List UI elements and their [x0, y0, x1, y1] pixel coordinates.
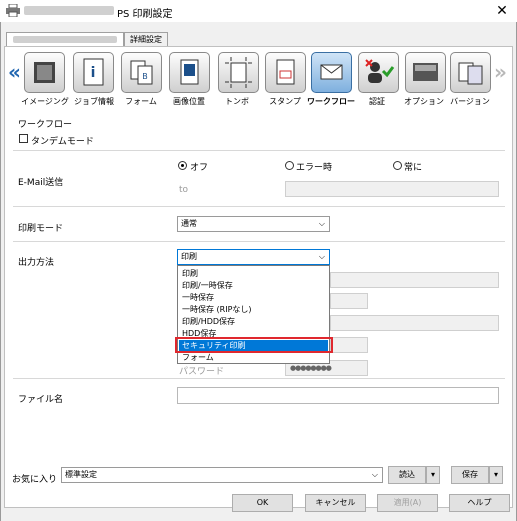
dropdown-option[interactable]: 一時保存	[179, 292, 328, 303]
svg-text:i: i	[91, 65, 96, 81]
divider	[13, 241, 505, 242]
output-field-1[interactable]	[330, 272, 499, 288]
toolbar-label-version: バージョン	[450, 97, 490, 106]
password-label: パスワード	[179, 367, 225, 377]
chevron-down-icon: ⌵	[318, 219, 325, 228]
output-field-3[interactable]	[330, 315, 499, 331]
highlight-box	[175, 337, 333, 353]
tandem-mode-checkbox[interactable]	[19, 134, 28, 143]
favorites-label: お気に入り	[12, 475, 58, 485]
stamp-icon[interactable]	[265, 52, 306, 93]
load-button[interactable]: 読込	[388, 466, 426, 484]
print-mode-label: 印刷モード	[18, 224, 64, 234]
help-button[interactable]: ヘルプ	[449, 494, 510, 512]
output-method-select[interactable]: 印刷 ⌵	[177, 249, 330, 265]
dropdown-option[interactable]: フォーム	[179, 352, 328, 363]
job-info-icon[interactable]: i	[73, 52, 114, 93]
favorites-value: 標準設定	[65, 470, 97, 479]
printer-name-redacted	[24, 6, 114, 15]
title-bar: PS 印刷設定 ✕	[0, 0, 517, 22]
email-off-label: オフ	[190, 163, 209, 173]
imaging-icon[interactable]	[24, 52, 65, 93]
output-field-4[interactable]	[330, 337, 368, 353]
email-to-label: to	[179, 185, 189, 195]
email-error-radio[interactable]	[285, 161, 294, 170]
dropdown-option[interactable]: 印刷/HDD保存	[179, 316, 328, 327]
email-always-label: 常に	[404, 163, 423, 173]
email-off-radio[interactable]	[178, 161, 187, 170]
tandem-mode-label: タンデムモード	[31, 137, 94, 147]
window-title: PS 印刷設定	[117, 9, 173, 20]
ok-button[interactable]: OK	[232, 494, 293, 512]
dropdown-option[interactable]: 印刷	[179, 268, 328, 279]
image-position-icon[interactable]	[169, 52, 210, 93]
email-always-radio[interactable]	[393, 161, 402, 170]
dropdown-option[interactable]: 一時保存 (RIPなし)	[179, 304, 328, 315]
section-title: ワークフロー	[18, 120, 73, 130]
workflow-icon[interactable]	[311, 52, 352, 93]
form-icon[interactable]: B	[121, 52, 162, 93]
chevron-down-icon: ⌵	[371, 470, 378, 479]
email-to-input[interactable]	[285, 181, 499, 197]
options-icon[interactable]	[405, 52, 446, 93]
print-mode-select[interactable]: 通常 ⌵	[177, 216, 330, 232]
load-dropdown-button[interactable]: ▾	[426, 466, 440, 484]
save-dropdown-button[interactable]: ▾	[489, 466, 503, 484]
printer-icon	[6, 3, 20, 18]
svg-text:B: B	[142, 72, 148, 81]
version-icon[interactable]	[450, 52, 491, 93]
chevron-down-icon: ⌵	[318, 252, 325, 261]
dropdown-option[interactable]: 印刷/一時保存	[179, 280, 328, 291]
favorites-select[interactable]: 標準設定 ⌵	[61, 467, 383, 483]
tab-basic-label-redacted	[13, 36, 117, 43]
output-method-label: 出力方法	[18, 258, 55, 268]
apply-button[interactable]: 適用(A)	[377, 494, 438, 512]
close-button[interactable]: ✕	[492, 2, 512, 20]
authentication-icon[interactable]	[358, 52, 399, 93]
output-field-2[interactable]	[330, 293, 368, 309]
cancel-button[interactable]: キャンセル	[305, 494, 366, 512]
save-button[interactable]: 保存	[451, 466, 489, 484]
scroll-left-arrow[interactable]: «	[8, 60, 21, 84]
crop-marks-icon[interactable]	[218, 52, 259, 93]
filename-label: ファイル名	[18, 395, 64, 405]
divider	[13, 206, 505, 207]
filename-input[interactable]	[177, 387, 499, 404]
print-mode-value: 通常	[181, 219, 197, 228]
divider	[13, 150, 505, 151]
email-label: E-Mail送信	[18, 178, 64, 188]
email-error-label: エラー時	[296, 163, 333, 173]
tab-basic[interactable]	[6, 32, 124, 46]
scroll-right-arrow[interactable]: »	[494, 60, 507, 84]
tab-advanced-label: 詳細設定	[130, 35, 162, 44]
output-method-value: 印刷	[181, 252, 197, 261]
tab-advanced[interactable]: 詳細設定	[124, 32, 168, 46]
divider	[13, 378, 505, 379]
